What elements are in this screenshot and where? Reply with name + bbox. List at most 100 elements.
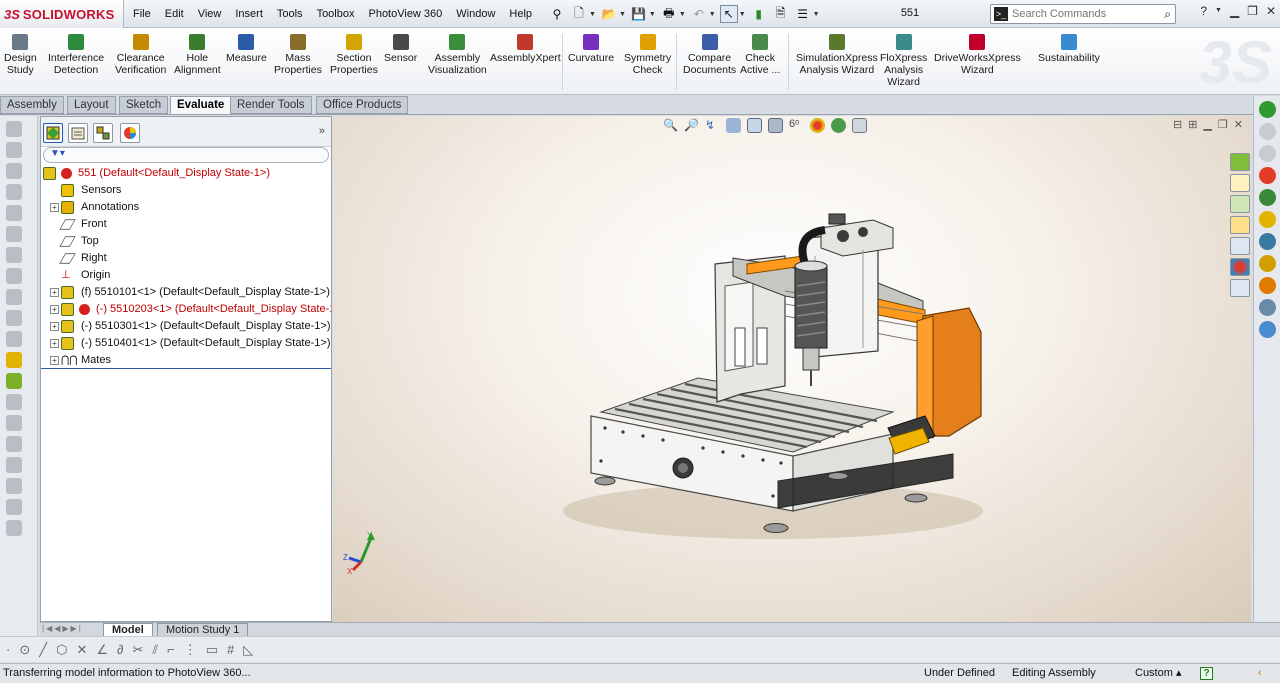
file-properties-icon[interactable]: 🗎	[772, 5, 790, 23]
undo-icon[interactable]: ↶	[690, 5, 708, 23]
menu-help[interactable]: Help	[502, 8, 539, 20]
tab-assembly[interactable]: Assembly	[0, 96, 64, 114]
status-expand-arrow[interactable]: ‹	[1258, 664, 1262, 683]
toolbox-icon[interactable]	[1230, 195, 1250, 213]
close-icon[interactable]: ✕	[1266, 4, 1276, 18]
assembly-tool-icon[interactable]	[6, 226, 22, 242]
task-pane-icon[interactable]	[1258, 101, 1276, 118]
open-dropdown-arrow[interactable]: ▼	[619, 11, 626, 18]
assembly-tool-icon[interactable]	[6, 205, 22, 221]
options-dropdown-arrow[interactable]: ▼	[813, 11, 820, 18]
assembly-tool-icon[interactable]	[6, 373, 22, 389]
ribbon-button-sustainability[interactable]: Sustainability	[1038, 34, 1100, 64]
tree-node--[interactable]: + (-) 5510401<1> (Default<Default_Display…	[41, 335, 331, 352]
restore-icon[interactable]: ❐	[1247, 4, 1258, 18]
search-commands-input[interactable]	[1012, 8, 1132, 20]
select-dropdown-arrow[interactable]: ▼	[739, 11, 746, 18]
assembly-tool-icon[interactable]	[6, 142, 22, 158]
task-pane-icon[interactable]	[1258, 233, 1276, 250]
assembly-tool-icon[interactable]	[6, 478, 22, 494]
expand-panel-icon[interactable]: »	[319, 125, 325, 137]
ribbon-button-assemblyxpert[interactable]: AssemblyXpert	[490, 34, 561, 64]
tab-model[interactable]: Model	[103, 623, 153, 637]
ribbon-button-simulationxpress-analysis-wizard[interactable]: SimulationXpress Analysis Wizard	[796, 34, 878, 76]
task-pane-icon[interactable]	[1258, 255, 1276, 272]
tree-node--[interactable]: + (-) 5510203<1> (Default<Default_Display…	[41, 301, 331, 318]
tab-office-products[interactable]: Office Products	[316, 96, 409, 114]
open-folder-icon[interactable]: 📂	[600, 5, 618, 23]
feature-tree-filter[interactable]: ▼▾	[43, 147, 329, 163]
cross-icon[interactable]: ✕	[76, 642, 87, 658]
tree-node-origin[interactable]: ⊥ Origin	[41, 267, 331, 284]
assembly-tool-icon[interactable]	[6, 436, 22, 452]
line-icon[interactable]: ╱	[39, 642, 47, 658]
print-dropdown-arrow[interactable]: ▼	[679, 11, 686, 18]
expand-node-icon[interactable]: +	[50, 339, 59, 348]
ribbon-button-hole-alignment[interactable]: Hole Alignment	[174, 34, 221, 76]
display-manager-tab[interactable]	[120, 123, 140, 143]
tree-node-front[interactable]: Front	[41, 216, 331, 233]
home-icon[interactable]	[1230, 174, 1250, 192]
appearances-icon[interactable]	[1230, 258, 1250, 276]
ribbon-button-check-active-[interactable]: Check Active ...	[740, 34, 780, 76]
ribbon-button-section-properties[interactable]: Section Properties	[330, 34, 378, 76]
search-icon[interactable]: ⌕	[1164, 7, 1171, 22]
tree-node--[interactable]: + (-) 5510301<1> (Default<Default_Display…	[41, 318, 331, 335]
assembly-tool-icon[interactable]	[6, 310, 22, 326]
new-document-icon[interactable]: 🗋	[570, 5, 588, 23]
custom-properties-icon[interactable]	[1230, 279, 1250, 297]
tree-node-sensors[interactable]: Sensors	[41, 182, 331, 199]
select-cursor-icon[interactable]: ↖	[719, 5, 738, 23]
solidworks-logo[interactable]: 3S SOLIDWORKS	[0, 0, 124, 28]
ribbon-button-sensor[interactable]: Sensor	[384, 34, 417, 64]
tree-node-551[interactable]: 551 (Default<Default_Display State-1>)	[41, 165, 331, 182]
expand-node-icon[interactable]: +	[50, 203, 59, 212]
mirror-icon[interactable]: ⋮	[184, 642, 197, 658]
pin-icon[interactable]: ⚲	[548, 5, 566, 23]
expand-node-icon[interactable]: +	[50, 288, 59, 297]
expand-node-icon[interactable]: +	[50, 322, 59, 331]
assembly-tool-icon[interactable]	[6, 331, 22, 347]
ribbon-button-design-study[interactable]: Design Study	[4, 34, 37, 76]
file-explorer-icon[interactable]	[1230, 216, 1250, 234]
menu-edit[interactable]: Edit	[158, 8, 191, 20]
menu-insert[interactable]: Insert	[228, 8, 270, 20]
ribbon-button-floxpress-analysis[interactable]: FloXpress Analysis Wizard	[880, 34, 927, 88]
ribbon-button-curvature[interactable]: Curvature	[568, 34, 614, 64]
grid-icon[interactable]: #	[227, 642, 234, 657]
menu-file[interactable]: File	[126, 8, 158, 20]
task-pane-icon[interactable]	[1258, 123, 1276, 140]
ribbon-button-symmetry-check[interactable]: Symmetry Check	[624, 34, 671, 76]
tab-layout[interactable]: Layout	[67, 96, 116, 114]
ribbon-button-compare-documents[interactable]: Compare Documents	[683, 34, 736, 76]
task-pane-icon[interactable]	[1258, 321, 1276, 338]
trim-icon[interactable]: ✂	[132, 642, 143, 658]
rebuild-traffic-light-icon[interactable]: ▮	[750, 5, 768, 23]
task-pane-icon[interactable]	[1258, 189, 1276, 206]
assembly-tool-icon[interactable]	[6, 394, 22, 410]
ribbon-button-measure[interactable]: Measure	[226, 34, 267, 64]
assembly-tool-icon[interactable]	[6, 163, 22, 179]
assembly-tool-icon[interactable]	[6, 457, 22, 473]
configuration-manager-tab[interactable]	[93, 123, 113, 143]
assembly-tool-icon[interactable]	[6, 520, 22, 536]
search-commands-box[interactable]: >_ ⌕	[990, 4, 1176, 24]
menu-window[interactable]: Window	[449, 8, 502, 20]
help-icon[interactable]: ?	[1200, 4, 1207, 18]
tree-node-right[interactable]: Right	[41, 250, 331, 267]
task-pane-icon[interactable]	[1258, 299, 1276, 316]
triangle-icon[interactable]: ◺	[243, 642, 253, 658]
circle-icon[interactable]: ⊙	[19, 642, 30, 658]
options-icon[interactable]: ☰	[794, 5, 812, 23]
expand-node-icon[interactable]: +	[50, 305, 59, 314]
assembly-tool-icon[interactable]	[6, 247, 22, 263]
corner-icon[interactable]: ⌐	[167, 642, 175, 657]
view-palette-icon[interactable]	[1230, 237, 1250, 255]
tab-evaluate[interactable]: Evaluate	[170, 96, 232, 114]
assembly-tool-icon[interactable]	[6, 415, 22, 431]
property-manager-tab[interactable]	[68, 123, 88, 143]
task-pane-icon[interactable]	[1258, 277, 1276, 294]
save-icon[interactable]: 💾	[630, 5, 648, 23]
assembly-tool-icon[interactable]	[6, 499, 22, 515]
ribbon-button-interference-detection[interactable]: Interference Detection	[48, 34, 104, 76]
